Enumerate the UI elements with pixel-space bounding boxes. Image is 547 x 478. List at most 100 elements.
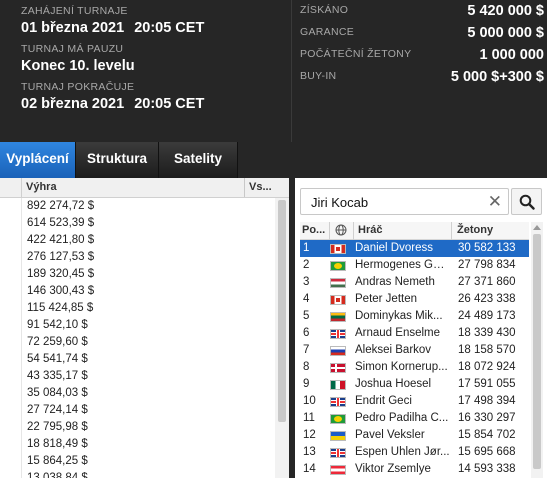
players-scrollbar[interactable]	[531, 222, 543, 478]
flag-icon	[330, 295, 346, 305]
position-cell	[0, 266, 22, 283]
resume-date: 02 března 2021	[21, 96, 125, 112]
position-cell: 7	[303, 344, 310, 356]
column-separator	[244, 178, 245, 197]
stat-buy-in: BUY-IN 5 000 $+300 $	[300, 66, 547, 88]
player-row[interactable]: 1 Daniel Dvoress 30 582 133	[300, 240, 529, 257]
position-column-header[interactable]	[0, 178, 22, 197]
player-search-input[interactable]	[311, 195, 481, 210]
player-name-cell: Espen Uhlen Jør...	[355, 446, 450, 458]
table-row: 72 259,60 $	[0, 334, 275, 351]
table-row: 892 274,72 $	[0, 198, 275, 215]
prize-cell: 35 084,03 $	[27, 387, 88, 399]
table-row: 35 084,03 $	[0, 385, 275, 402]
player-row[interactable]: 14 Viktor Zsemlye 14 593 338	[300, 461, 529, 478]
prize-cell: 15 864,25 $	[27, 455, 88, 467]
players-rows: 1 Daniel Dvoress 30 582 133 2 Hermogenes Gel…	[300, 240, 529, 478]
position-cell	[0, 232, 22, 249]
search-button[interactable]	[511, 188, 542, 215]
vs-column-header[interactable]: Vs...	[249, 181, 272, 193]
resume-datetime: 02 března 2021 20:05 CET	[21, 94, 204, 118]
stat-value: 5 420 000 $	[467, 3, 544, 19]
player-name-cell: Daniel Dvoress	[355, 242, 433, 254]
scrollbar-thumb[interactable]	[533, 234, 541, 469]
tab-satellites[interactable]: Satelity	[159, 142, 238, 178]
table-row: 43 335,17 $	[0, 368, 275, 385]
flag-icon	[330, 363, 346, 373]
chips-cell: 15 854 702	[458, 429, 516, 441]
position-cell	[0, 215, 22, 232]
flag-icon	[330, 312, 346, 322]
prize-cell: 22 795,98 $	[27, 421, 88, 433]
prize-cell: 115 424,85 $	[27, 302, 94, 314]
payouts-scrollbar[interactable]	[275, 198, 289, 478]
chips-cell: 17 591 055	[458, 378, 516, 390]
clear-icon[interactable]: ✕	[488, 192, 502, 212]
position-cell: 10	[303, 395, 316, 407]
pause-value: Konec 10. levelu	[21, 58, 135, 74]
position-cell: 11	[303, 412, 315, 424]
stat-value: 1 000 000	[479, 47, 544, 63]
scroll-up-icon[interactable]	[533, 225, 541, 230]
position-cell: 13	[303, 446, 316, 458]
globe-icon[interactable]	[335, 224, 347, 239]
player-row[interactable]: 11 Pedro Padilha C... 16 330 297	[300, 410, 529, 427]
chips-cell: 17 498 394	[458, 395, 516, 407]
stat-starting-chips: POČÁTEČNÍ ŽETONY 1 000 000	[300, 44, 547, 66]
column-separator	[353, 222, 354, 240]
scrollbar-thumb[interactable]	[278, 200, 286, 422]
player-row[interactable]: 8 Simon Kornerup... 18 072 924	[300, 359, 529, 376]
player-name-cell: Endrit Geci	[355, 395, 412, 407]
table-row: 276 127,53 $	[0, 249, 275, 266]
prize-cell: 43 335,17 $	[27, 370, 88, 382]
player-row[interactable]: 9 Joshua Hoesel 17 591 055	[300, 376, 529, 393]
position-cell: 2	[303, 259, 310, 271]
prize-cell: 72 259,60 $	[27, 336, 88, 348]
prize-column-header[interactable]: Výhra	[26, 181, 57, 193]
tab-payouts[interactable]: Vyplácení	[0, 142, 76, 178]
prize-cell: 27 724,14 $	[27, 404, 88, 416]
chips-cell: 16 330 297	[458, 412, 516, 424]
player-row[interactable]: 5 Dominykas Mik... 24 489 173	[300, 308, 529, 325]
table-row: 146 300,43 $	[0, 283, 275, 300]
prize-cell: 91 542,10 $	[27, 319, 88, 331]
stat-label: BUY-IN	[300, 70, 337, 82]
player-column-header[interactable]: Hráč	[358, 224, 382, 236]
payouts-table: Výhra Vs... 892 274,72 $ 614 523,39 $ 422 …	[0, 178, 292, 478]
chips-cell: 15 695 668	[458, 446, 516, 458]
chips-column-header[interactable]: Žetony	[457, 224, 493, 236]
flag-icon	[330, 380, 346, 390]
player-row[interactable]: 6 Arnaud Enselme 18 339 430	[300, 325, 529, 342]
column-separator	[329, 222, 330, 240]
chips-cell: 27 371 860	[458, 276, 516, 288]
position-cell	[0, 249, 22, 266]
player-row[interactable]: 7 Aleksei Barkov 18 158 570	[300, 342, 529, 359]
table-row: 189 320,45 $	[0, 266, 275, 283]
table-row: 422 421,80 $	[0, 232, 275, 249]
player-row[interactable]: 10 Endrit Geci 17 498 394	[300, 393, 529, 410]
flag-icon	[330, 397, 346, 407]
start-label: ZAHÁJENÍ TURNAJE	[21, 5, 128, 17]
start-datetime: 01 března 2021 20:05 CET	[21, 18, 204, 42]
position-column-header[interactable]: Po...	[302, 224, 325, 236]
position-cell: 1	[303, 242, 310, 254]
player-row[interactable]: 2 Hermogenes Gel... 27 798 834	[300, 257, 529, 274]
table-row: 15 864,25 $	[0, 453, 275, 470]
tab-structure[interactable]: Struktura	[76, 142, 159, 178]
players-panel: ✕ Po... Hráč Žetony 1 Daniel Dvoress 30 58…	[295, 178, 547, 478]
position-cell	[0, 453, 22, 470]
position-cell: 6	[303, 327, 310, 339]
player-row[interactable]: 13 Espen Uhlen Jør... 15 695 668	[300, 444, 529, 461]
player-row[interactable]: 12 Pavel Veksler 15 854 702	[300, 427, 529, 444]
chips-cell: 24 489 173	[458, 310, 516, 322]
player-name-cell: Pedro Padilha C...	[355, 412, 449, 424]
player-row[interactable]: 4 Peter Jetten 26 423 338	[300, 291, 529, 308]
flag-icon	[330, 261, 346, 271]
player-row[interactable]: 3 Andras Nemeth 27 371 860	[300, 274, 529, 291]
stat-label: ZÍSKÁNO	[300, 4, 349, 16]
position-cell	[0, 402, 22, 419]
flag-icon	[330, 329, 346, 339]
player-name-cell: Pavel Veksler	[355, 429, 425, 441]
table-row: 18 818,49 $	[0, 436, 275, 453]
chips-cell: 26 423 338	[458, 293, 516, 305]
